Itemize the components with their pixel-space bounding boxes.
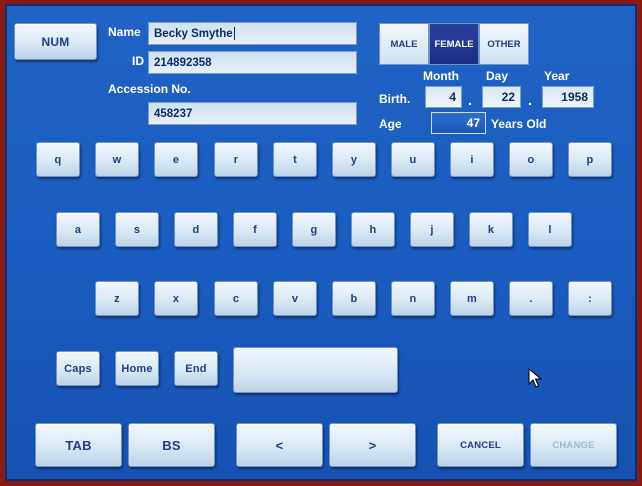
key-v[interactable]: v xyxy=(273,281,317,316)
key-e[interactable]: e xyxy=(154,142,198,177)
num-button[interactable]: NUM xyxy=(14,23,97,60)
month-label: Month xyxy=(423,69,459,83)
key-y[interactable]: y xyxy=(332,142,376,177)
key-g[interactable]: g xyxy=(292,212,336,247)
gender-other-button[interactable]: OTHER xyxy=(479,23,529,65)
key-z[interactable]: z xyxy=(95,281,139,316)
key-a[interactable]: a xyxy=(56,212,100,247)
birth-month-field[interactable]: 4 xyxy=(425,86,462,108)
space-bar[interactable] xyxy=(233,347,398,393)
end-button[interactable]: End xyxy=(174,351,218,386)
tab-button[interactable]: TAB xyxy=(35,423,122,467)
date-separator: . xyxy=(468,92,472,108)
key-l[interactable]: l xyxy=(528,212,572,247)
day-label: Day xyxy=(486,69,509,83)
birth-label: Birth. xyxy=(379,92,411,106)
mouse-pointer-icon xyxy=(528,368,542,388)
key-j[interactable]: j xyxy=(410,212,454,247)
name-field[interactable]: Becky Smythe xyxy=(148,22,357,45)
cursor-left-button[interactable]: < xyxy=(236,423,323,467)
home-button[interactable]: Home xyxy=(115,351,159,386)
key-m[interactable]: m xyxy=(450,281,494,316)
key-i[interactable]: i xyxy=(450,142,494,177)
date-separator: . xyxy=(528,92,532,108)
key-k[interactable]: k xyxy=(469,212,513,247)
age-label: Age xyxy=(379,117,402,131)
key-h[interactable]: h xyxy=(351,212,395,247)
cancel-button[interactable]: CANCEL xyxy=(437,423,524,467)
key-p[interactable]: p xyxy=(568,142,612,177)
key-s[interactable]: s xyxy=(115,212,159,247)
id-label: ID xyxy=(132,54,144,68)
accession-label: Accession No. xyxy=(108,82,191,96)
birth-day-field[interactable]: 22 xyxy=(482,86,521,108)
key-q[interactable]: q xyxy=(36,142,80,177)
key-d[interactable]: d xyxy=(174,212,218,247)
name-value: Becky Smythe xyxy=(154,27,233,40)
change-button: CHANGE xyxy=(530,423,617,467)
key-period[interactable]: . xyxy=(509,281,553,316)
text-caret xyxy=(233,27,235,40)
caps-button[interactable]: Caps xyxy=(56,351,100,386)
key-b[interactable]: b xyxy=(332,281,376,316)
key-c[interactable]: c xyxy=(214,281,258,316)
accession-field[interactable]: 458237 xyxy=(148,102,357,125)
patient-entry-screen: NUM Name Becky Smythe ID 214892358 Acces… xyxy=(5,4,637,481)
id-field[interactable]: 214892358 xyxy=(148,51,357,74)
name-label: Name xyxy=(108,25,141,39)
age-suffix: Years Old xyxy=(491,117,547,131)
key-f[interactable]: f xyxy=(233,212,277,247)
key-t[interactable]: t xyxy=(273,142,317,177)
backspace-button[interactable]: BS xyxy=(128,423,215,467)
key-w[interactable]: w xyxy=(95,142,139,177)
key-o[interactable]: o xyxy=(509,142,553,177)
cursor-right-button[interactable]: > xyxy=(329,423,416,467)
key-n[interactable]: n xyxy=(391,281,435,316)
birth-year-field[interactable]: 1958 xyxy=(542,86,594,108)
key-r[interactable]: r xyxy=(214,142,258,177)
key-x[interactable]: x xyxy=(154,281,198,316)
key-u[interactable]: u xyxy=(391,142,435,177)
key-colon[interactable]: : xyxy=(568,281,612,316)
age-field: 47 xyxy=(431,112,486,134)
gender-female-button[interactable]: FEMALE xyxy=(429,23,479,65)
gender-male-button[interactable]: MALE xyxy=(379,23,429,65)
year-label: Year xyxy=(544,69,570,83)
